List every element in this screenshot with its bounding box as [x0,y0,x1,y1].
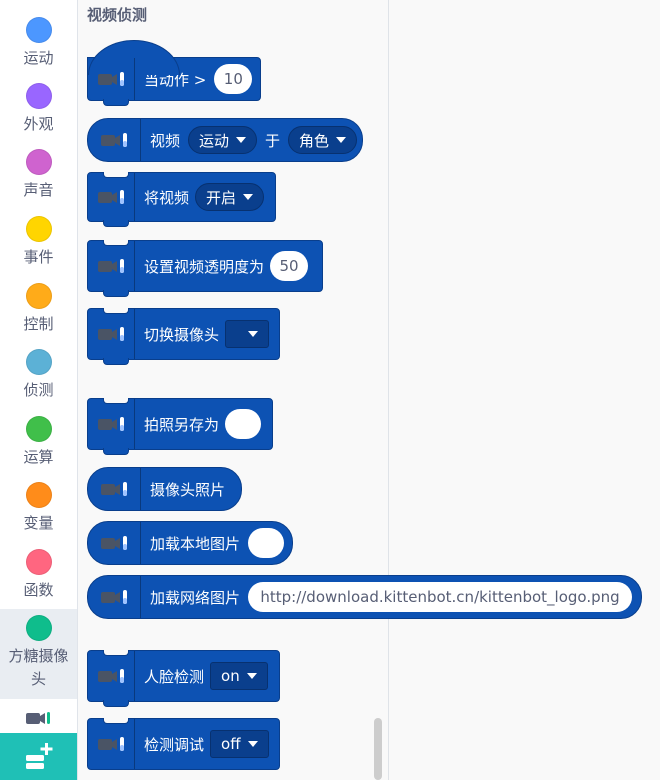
category-label: 方糖摄像头 [8,647,69,688]
category-sound[interactable]: 声音 [0,149,77,199]
category-sensing[interactable]: 侦测 [0,349,77,399]
category-label: 函数 [23,581,54,599]
detection-debug-dropdown[interactable]: off [210,730,269,758]
dropdown-arrow-icon [248,331,259,337]
camera-icon [88,576,141,618]
add-extension-icon [26,743,53,769]
snapshot-filename-input[interactable] [225,409,262,439]
category-label: 运算 [23,448,54,466]
turn-video-block[interactable]: 将视频 开启 [87,172,276,227]
camera-icon [88,522,141,564]
dropdown-arrow-icon [336,137,347,143]
camera-extension-icon[interactable] [0,703,77,733]
category-label: 外观 [23,115,54,133]
script-workspace[interactable] [389,0,660,780]
dropdown-arrow-icon [246,673,257,679]
camera-photo-reporter[interactable]: 摄像头照片 [87,467,242,511]
local-image-input[interactable] [248,528,285,558]
camera-icon [88,651,135,701]
category-label: 声音 [23,181,54,199]
category-functions[interactable]: 函数 [0,549,77,599]
category-events[interactable]: 事件 [0,216,77,266]
dropdown-arrow-icon [243,194,254,200]
face-detection-dropdown[interactable]: on [210,662,268,690]
category-operators[interactable]: 运算 [0,416,77,466]
video-attribute-dropdown[interactable]: 运动 [188,126,258,154]
category-label: 事件 [23,248,54,266]
category-variables[interactable]: 变量 [0,482,77,532]
camera-icon [88,58,135,100]
dropdown-value: 开启 [206,188,237,207]
dropdown-value: 运动 [199,131,230,150]
category-variables-dot [25,482,52,508]
block-label: 拍照另存为 [144,415,220,434]
detection-debug-block[interactable]: 检测调试 off [87,718,280,770]
set-transparency-block[interactable]: 设置视频透明度为 50 [87,240,323,297]
camera-icon [88,719,135,769]
palette-scrollbar[interactable] [374,718,382,780]
block-label: 人脸检测 [144,667,205,686]
block-label: 加载网络图片 [150,588,241,607]
category-control-dot [25,283,52,309]
web-image-url-input[interactable]: http://download.kittenbot.cn/kittenbot_l… [248,582,633,612]
block-label: 切换摄像头 [144,325,220,344]
camera-icon [88,241,135,291]
block-label: 于 [265,131,281,150]
motion-threshold-input[interactable]: 10 [214,64,253,94]
camera-icon [88,309,135,359]
category-label: 控制 [23,315,54,333]
category-functions-dot [25,549,52,575]
category-sound-dot [25,149,52,175]
switch-camera-block[interactable]: 切换摄像头 [87,308,280,365]
when-motion-hat-block[interactable]: 当动作 > 10 [87,40,261,106]
category-motion-dot [25,17,52,43]
video-target-dropdown[interactable]: 角色 [288,126,358,154]
block-label: 摄像头照片 [150,480,226,499]
category-sensing-dot [25,349,52,375]
category-label: 运动 [23,49,54,67]
category-motion[interactable]: 运动 [0,17,77,67]
face-detection-block[interactable]: 人脸检测 on [87,650,280,707]
camera-icon [88,119,141,161]
camera-icon [88,173,135,221]
category-label: 侦测 [23,381,54,399]
add-extension-button[interactable] [0,733,77,780]
dropdown-value: off [221,735,241,753]
dropdown-arrow-icon [236,137,247,143]
block-label: 将视频 [144,188,190,207]
camera-icon [88,468,141,510]
category-camera[interactable]: 方糖摄像头 [0,609,77,699]
camera-select-dropdown[interactable] [225,320,270,348]
video-sensing-reporter[interactable]: 视频 运动 于 角色 [87,118,363,162]
dropdown-value: on [221,667,240,685]
category-operators-dot [25,416,52,442]
transparency-input[interactable]: 50 [270,251,309,281]
category-camera-dot [25,615,52,641]
snapshot-save-block[interactable]: 拍照另存为 [87,398,273,455]
block-label: 检测调试 [144,735,205,754]
dropdown-arrow-icon [247,741,258,747]
load-local-image-reporter[interactable]: 加载本地图片 [87,521,293,565]
video-state-dropdown[interactable]: 开启 [195,183,265,211]
block-label: 设置视频透明度为 [144,257,265,276]
category-looks-dot [25,83,52,109]
category-control[interactable]: 控制 [0,283,77,333]
dropdown-value: 角色 [299,131,330,150]
category-looks[interactable]: 外观 [0,83,77,133]
category-events-dot [25,216,52,242]
load-web-image-reporter[interactable]: 加载网络图片 http://download.kittenbot.cn/kitt… [87,575,642,619]
palette-category-title: 视频侦测 [87,6,148,24]
camera-icon [88,399,135,449]
block-label: 视频 [150,131,181,150]
category-label: 变量 [23,514,54,532]
category-sidebar: 运动 外观 声音 事件 控制 侦测 运算 变量 函数 方糖摄像头 [0,0,78,780]
block-label: 加载本地图片 [150,534,241,553]
